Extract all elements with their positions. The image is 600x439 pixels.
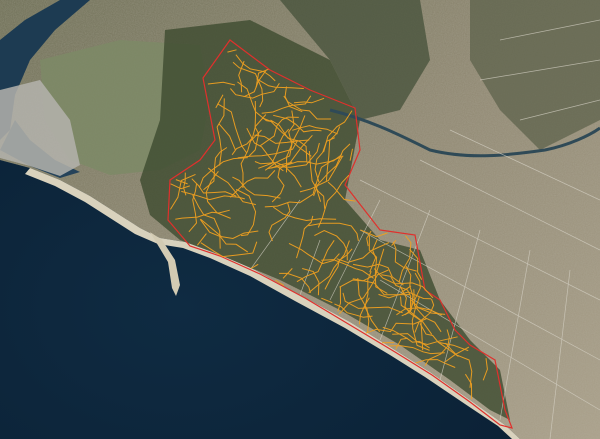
map-canvas xyxy=(0,0,600,439)
satellite-map[interactable] xyxy=(0,0,600,439)
